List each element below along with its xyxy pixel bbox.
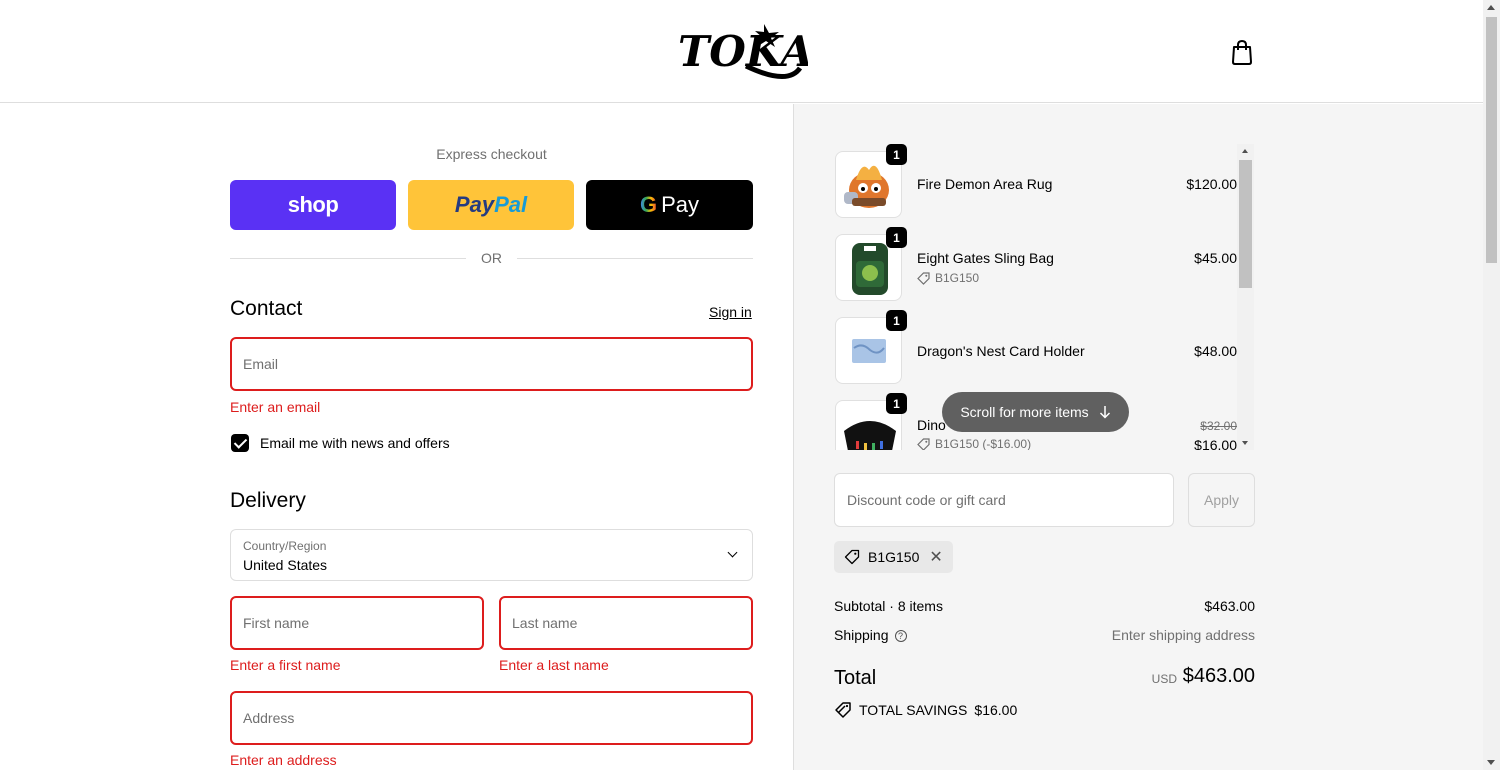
newsletter-label: Email me with news and offers bbox=[260, 435, 450, 451]
express-checkout-title: Express checkout bbox=[436, 146, 547, 162]
applied-discount-tag: B1G150 ✕ bbox=[834, 541, 953, 573]
list-item: 1 Dragon's Nest Card Holder $48.00 bbox=[834, 310, 1237, 384]
shop-pay-button[interactable]: shop bbox=[230, 180, 396, 230]
first-name-error: Enter a first name bbox=[230, 657, 341, 673]
help-icon[interactable]: ? bbox=[894, 630, 907, 643]
quantity-badge: 1 bbox=[886, 310, 907, 331]
total-value: $463.00 bbox=[1182, 665, 1255, 687]
discount-code-input[interactable]: Discount code or gift card bbox=[834, 473, 1174, 527]
google-pay-button[interactable]: G Pay bbox=[586, 180, 753, 230]
item-price: $120.00 bbox=[1186, 176, 1237, 192]
toka-logo[interactable]: TOKA bbox=[676, 20, 808, 82]
apply-button[interactable]: Apply bbox=[1188, 473, 1255, 527]
chevron-down-icon bbox=[727, 547, 738, 558]
tag-icon bbox=[917, 271, 930, 285]
scroll-more-button[interactable]: Scroll for more items bbox=[942, 392, 1129, 432]
subtotal-row: Subtotal · 8 items $463.00 bbox=[834, 598, 1255, 614]
address-error: Enter an address bbox=[230, 752, 337, 768]
quantity-badge: 1 bbox=[886, 393, 907, 414]
checkout-form: Express checkout shop Pay Pal G Pay OR Con… bbox=[0, 104, 793, 770]
item-discount: B1G150 bbox=[917, 271, 979, 285]
item-name: Fire Demon Area Rug bbox=[917, 176, 1053, 192]
item-name: Eight Gates Sling Bag bbox=[917, 250, 1054, 266]
sign-in-link[interactable]: Sign in bbox=[709, 304, 752, 320]
total-savings: TOTAL SAVINGS $16.00 bbox=[834, 701, 1017, 719]
paypal-button[interactable]: Pay Pal bbox=[408, 180, 574, 230]
last-name-error: Enter a last name bbox=[499, 657, 609, 673]
delivery-heading: Delivery bbox=[230, 489, 306, 512]
savings-tag-icon bbox=[835, 702, 851, 718]
item-price: $48.00 bbox=[1194, 343, 1237, 359]
arrow-down-icon bbox=[1099, 406, 1110, 419]
email-field[interactable]: Email bbox=[230, 337, 753, 391]
currency-code: USD bbox=[1151, 672, 1177, 686]
item-price: $45.00 bbox=[1194, 250, 1237, 266]
item-price: $16.00 bbox=[1194, 437, 1237, 450]
address-field[interactable]: Address bbox=[230, 691, 753, 745]
or-divider: OR bbox=[230, 250, 753, 266]
tag-icon bbox=[917, 437, 930, 450]
item-name: Dino bbox=[917, 417, 946, 433]
tag-icon bbox=[844, 549, 860, 565]
total-label: Total bbox=[834, 667, 877, 689]
country-select[interactable]: Country/Region United States bbox=[230, 529, 753, 581]
shipping-row: Shipping? Enter shipping address bbox=[834, 627, 1255, 643]
page-scrollbar[interactable] bbox=[1483, 0, 1500, 770]
order-summary: 1 Fire Demon Area Rug $120.00 1 Eight Ga… bbox=[793, 104, 1483, 770]
newsletter-checkbox[interactable] bbox=[231, 434, 249, 452]
item-discount: B1G150 (-$16.00) bbox=[917, 437, 1031, 450]
google-g-icon: G bbox=[639, 192, 658, 217]
items-scrollbar[interactable] bbox=[1237, 144, 1254, 450]
quantity-badge: 1 bbox=[886, 227, 907, 248]
quantity-badge: 1 bbox=[886, 144, 907, 165]
list-item: 1 Fire Demon Area Rug $120.00 bbox=[834, 144, 1237, 218]
remove-discount-icon[interactable]: ✕ bbox=[929, 547, 942, 567]
list-item: 1 Eight Gates Sling Bag B1G150 $45.00 bbox=[834, 227, 1237, 301]
svg-text:TOKA: TOKA bbox=[678, 27, 808, 76]
item-original-price: $32.00 bbox=[1200, 419, 1237, 433]
item-name: Dragon's Nest Card Holder bbox=[917, 343, 1085, 359]
last-name-field[interactable]: Last name bbox=[499, 596, 753, 650]
site-header: TOKA bbox=[0, 0, 1483, 103]
cart-bag-icon[interactable] bbox=[1229, 38, 1255, 66]
email-error: Enter an email bbox=[230, 399, 321, 415]
contact-heading: Contact bbox=[230, 297, 303, 320]
first-name-field[interactable]: First name bbox=[230, 596, 484, 650]
